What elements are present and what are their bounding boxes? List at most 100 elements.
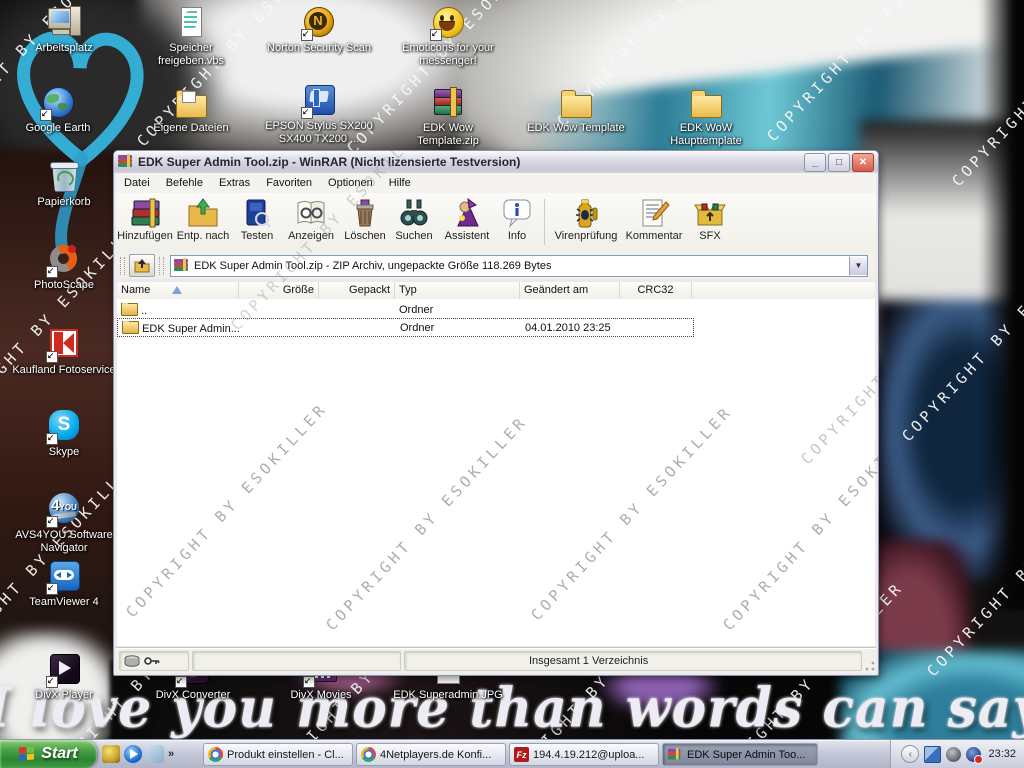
minimize-button[interactable]: _ — [804, 152, 826, 172]
test-book-icon — [246, 199, 271, 228]
search-button[interactable]: Suchen — [390, 195, 438, 242]
shortcut-arrow-icon — [303, 676, 315, 688]
add-button[interactable]: Hinzufügen — [116, 195, 174, 242]
taskbar-task-filezilla[interactable]: Fz 194.4.19.212@uploa... — [509, 743, 659, 766]
maximize-button[interactable]: □ — [828, 152, 850, 172]
menu-optionen[interactable]: Optionen — [320, 175, 381, 191]
file-list[interactable]: .. Ordner EDK Super Admin... Ordner 04.0… — [117, 299, 875, 646]
task-label: 194.4.19.212@uploa... — [533, 748, 645, 761]
desktop-icon-edk-wow-template[interactable]: EDK Wow Template — [520, 86, 632, 135]
desktop-icon-epson[interactable]: EPSON Stylus SX200 SX400 TX200 ... — [263, 84, 375, 146]
messenger-icon[interactable] — [102, 745, 120, 763]
desktop-icon-speicher-freigeben[interactable]: Speicher freigeben.vbs — [135, 6, 247, 68]
menu-hilfe[interactable]: Hilfe — [381, 175, 419, 191]
winrar-window: EDK Super Admin Tool.zip - WinRAR (Nicht… — [113, 150, 879, 676]
status-bar: Insgesamt 1 Verzeichnis — [116, 648, 876, 673]
archive-path-combo[interactable]: EDK Super Admin Tool.zip - ZIP Archiv, u… — [170, 254, 868, 277]
icon-label: DivX Converter — [155, 689, 231, 701]
drag-handle[interactable] — [120, 256, 125, 275]
media-player-icon[interactable] — [124, 745, 142, 763]
info-button[interactable]: Info — [496, 195, 538, 242]
folder-icon — [558, 86, 594, 120]
title-bar[interactable]: EDK Super Admin Tool.zip - WinRAR (Nicht… — [114, 151, 878, 173]
norton-icon: N — [301, 6, 337, 41]
tray-security-alert-icon[interactable] — [966, 746, 984, 764]
trash-icon — [356, 199, 374, 227]
column-geaendert[interactable]: Geändert am — [520, 282, 620, 299]
taskbar-task-produkt[interactable]: Produkt einstellen - Cl... — [203, 743, 353, 766]
desktop-icon-skype[interactable]: S Skype — [8, 410, 120, 459]
desktop-icon-papierkorb[interactable]: Papierkorb — [8, 160, 120, 209]
column-typ[interactable]: Typ — [395, 282, 520, 299]
comment-button[interactable]: Kommentar — [621, 195, 687, 242]
wizard-button[interactable]: Assistent — [438, 195, 496, 242]
column-name[interactable]: Name — [117, 282, 239, 299]
desktop-icon-eigene-dateien[interactable]: Eigene Dateien — [135, 86, 247, 135]
desktop-icon-google-earth[interactable]: Google Earth — [2, 86, 114, 135]
tray-collapse-chevron[interactable]: ‹ — [901, 745, 920, 763]
start-button[interactable]: Start — [0, 740, 97, 768]
menu-extras[interactable]: Extras — [211, 175, 258, 191]
show-desktop-icon[interactable] — [146, 745, 164, 763]
menu-datei[interactable]: Datei — [116, 175, 158, 191]
quick-launch: » — [102, 743, 174, 765]
quick-launch-overflow-chevron[interactable]: » — [168, 748, 174, 760]
view-book-icon — [297, 201, 325, 224]
desktop-icon-arbeitsplatz[interactable]: Arbeitsplatz — [8, 6, 120, 55]
shortcut-arrow-icon — [46, 676, 58, 688]
virus-scan-button[interactable]: Virenprüfung — [551, 195, 621, 242]
view-button[interactable]: Anzeigen — [282, 195, 340, 242]
toolbar-label: Assistent — [444, 230, 490, 242]
toolbar-separator — [544, 199, 545, 245]
taskbar-task-4netplayers[interactable]: 4Netplayers.de Konfi... — [356, 743, 506, 766]
column-groesse[interactable]: Größe — [239, 282, 319, 299]
winrar-app-icon — [118, 154, 134, 169]
desktop-icon-divx-player[interactable]: DivX Player — [8, 653, 120, 702]
icon-label: EPSON Stylus SX200 SX400 TX200 ... — [265, 120, 373, 145]
task-label: EDK Super Admin Too... — [687, 748, 806, 761]
toolbar: Hinzufügen Entp. nach Testen Anzeigen Lö… — [116, 193, 876, 254]
table-row-selected[interactable]: EDK Super Admin... Ordner 04.01.2010 23:… — [117, 318, 694, 337]
table-row[interactable]: .. Ordner — [117, 301, 692, 318]
up-directory-button[interactable] — [129, 254, 155, 277]
sfx-button[interactable]: SFX — [687, 195, 733, 242]
desktop-icon-teamviewer[interactable]: TeamViewer 4 — [8, 560, 120, 609]
icon-label: EDK WoW Haupttemplate — [670, 122, 742, 147]
divx-player-icon — [46, 653, 82, 688]
chevron-down-icon[interactable]: ▼ — [849, 256, 867, 275]
sort-up-icon — [172, 286, 183, 294]
kaufland-icon — [46, 328, 82, 363]
tray-volume-icon[interactable] — [946, 746, 962, 762]
test-button[interactable]: Testen — [232, 195, 282, 242]
menu-favoriten[interactable]: Favoriten — [258, 175, 320, 191]
shortcut-arrow-icon — [301, 107, 313, 119]
toolbar-label: Kommentar — [625, 230, 683, 242]
column-crc32[interactable]: CRC32 — [620, 282, 692, 299]
tray-network-icon[interactable] — [924, 745, 942, 763]
delete-button[interactable]: Löschen — [340, 195, 390, 242]
resize-grip[interactable] — [863, 660, 876, 673]
extract-folder-icon — [188, 198, 218, 227]
drag-handle[interactable] — [159, 256, 164, 275]
desktop-icon-kaufland[interactable]: Kaufland Fotoservice — [8, 328, 120, 377]
sfx-box-icon — [694, 203, 726, 226]
close-button[interactable]: ✕ — [852, 152, 874, 172]
system-tray: ‹ 23:32 — [890, 740, 1024, 768]
desktop-icon-norton[interactable]: N Norton Security Scan — [263, 6, 375, 55]
window-title: EDK Super Admin Tool.zip - WinRAR (Nicht… — [138, 155, 521, 169]
folder-icon — [122, 320, 139, 334]
start-label: Start — [41, 745, 78, 762]
menu-befehle[interactable]: Befehle — [158, 175, 211, 191]
extract-to-button[interactable]: Entp. nach — [174, 195, 232, 242]
desktop-icon-emoticons[interactable]: Emoticons for your messenger! — [392, 6, 504, 68]
icon-label: Skype — [48, 446, 80, 458]
desktop-icon-avs4you[interactable]: 4YOU AVS4YOU Software Navigator — [8, 493, 120, 555]
desktop-icon-edk-wow-template-zip[interactable]: EDK Wow Template.zip — [392, 86, 504, 148]
taskbar-task-winrar[interactable]: EDK Super Admin Too... — [662, 743, 818, 766]
recycle-bin-icon — [46, 160, 82, 194]
chrome-icon — [361, 747, 376, 762]
column-gepackt[interactable]: Gepackt — [319, 282, 395, 299]
desktop-icon-edk-wow-haupttemplate[interactable]: EDK WoW Haupttemplate — [650, 86, 762, 148]
icon-label: Google Earth — [25, 122, 91, 134]
desktop-icon-photoscape[interactable]: PhotoScape — [8, 241, 120, 292]
